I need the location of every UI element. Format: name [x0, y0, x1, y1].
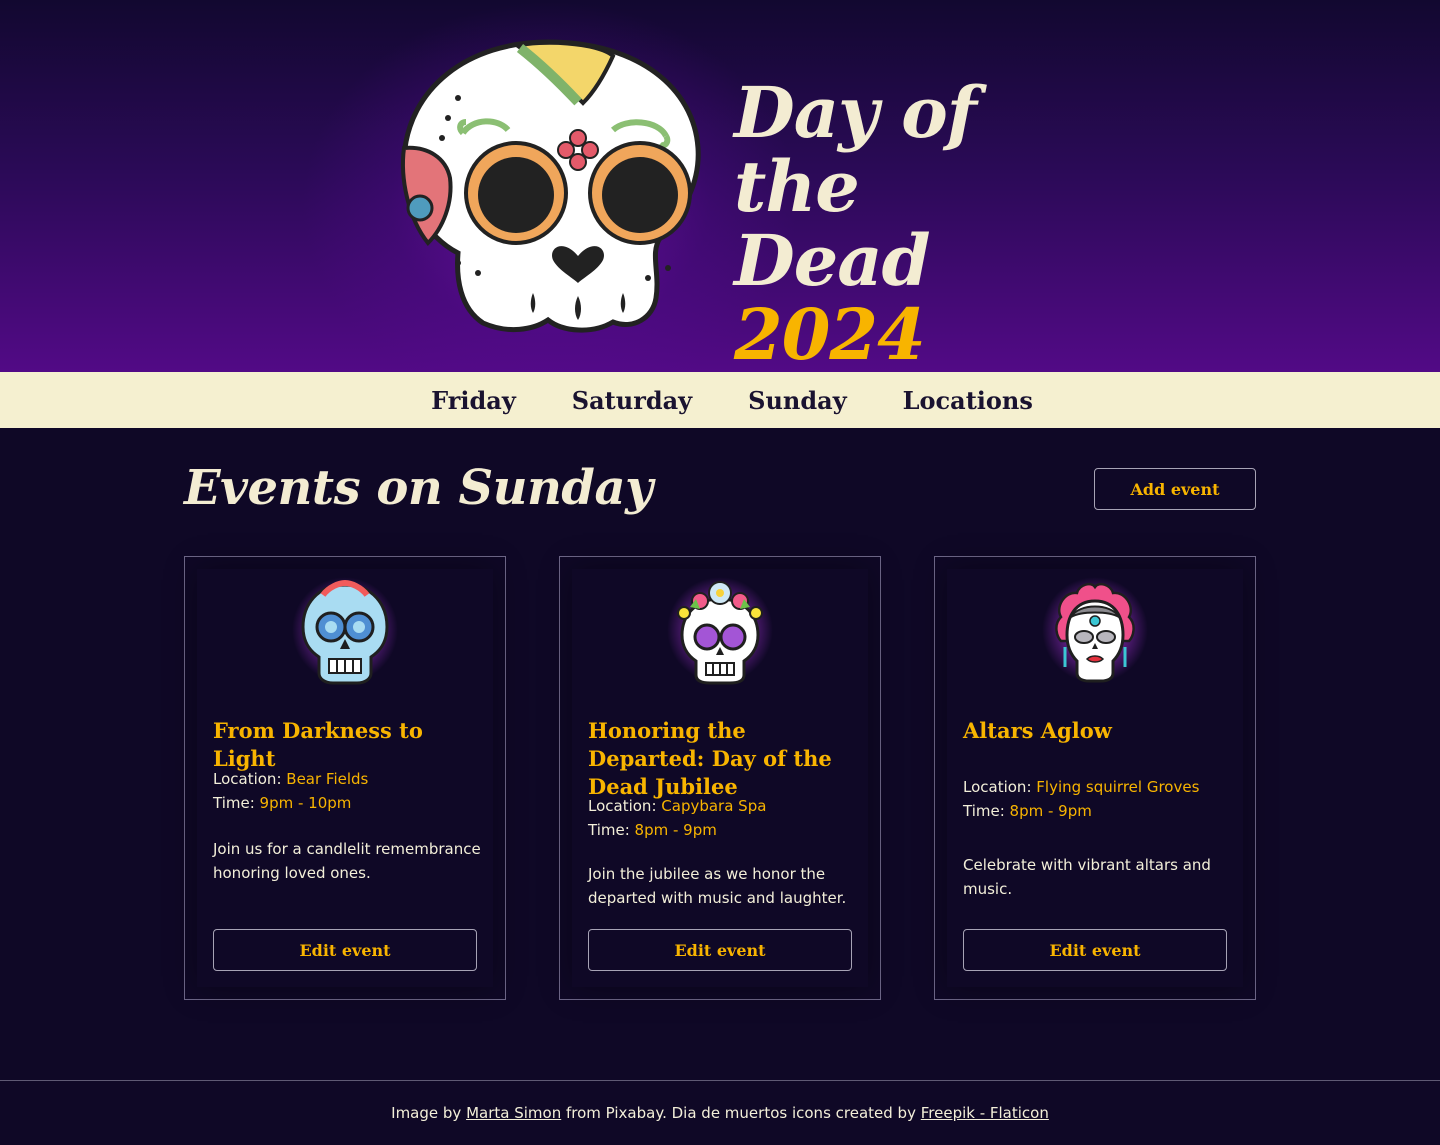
time-value: 8pm - 9pm [1009, 802, 1092, 820]
event-description: Join us for a candlelit remembrance hono… [213, 840, 481, 882]
day-navigation: Friday Saturday Sunday Locations [0, 372, 1440, 428]
credit-prefix: Image by [391, 1104, 462, 1122]
location-label: Location: [213, 770, 282, 788]
hero-banner: Day of the Dead 2024 [0, 0, 1440, 372]
edit-event-button[interactable]: Edit event [213, 929, 477, 971]
event-title: Day of the Dead 2024 [734, 76, 1074, 372]
event-meta: Location: Bear Fields Time: 9pm - 10pm [213, 767, 483, 815]
time-value: 8pm - 9pm [634, 821, 717, 839]
nav-item-locations[interactable]: Locations [903, 386, 1033, 415]
event-card: Altars Aglow Location: Flying squirrel G… [934, 556, 1256, 1000]
catrina-skull-icon [1045, 577, 1145, 687]
title-year: 2024 [734, 293, 926, 372]
time-label: Time: [213, 794, 255, 812]
event-meta: Location: Capybara Spa Time: 8pm - 9pm [588, 794, 858, 842]
edit-event-button[interactable]: Edit event [588, 929, 852, 971]
location-value: Bear Fields [286, 770, 369, 788]
title-line-2: the Dead [734, 145, 931, 302]
event-title: Honoring the Departed: Day of the Dead J… [588, 718, 832, 799]
time-label: Time: [963, 802, 1005, 820]
nav-item-sunday[interactable]: Sunday [748, 386, 847, 415]
icons-credit-link[interactable]: Freepik - Flaticon [921, 1104, 1049, 1122]
flower-crown-skull-icon [670, 577, 770, 687]
nav-item-saturday[interactable]: Saturday [572, 386, 692, 415]
sugar-skull-icon [398, 38, 708, 334]
event-description: Join the jubilee as we honor the departe… [588, 865, 847, 907]
footer-credits: Image by Marta Simon from Pixabay. Dia d… [0, 1080, 1440, 1145]
event-card: From Darkness to Light Location: Bear Fi… [184, 556, 506, 1000]
page-title: Events on Sunday [184, 460, 653, 516]
add-event-button[interactable]: Add event [1094, 468, 1256, 510]
event-card: Honoring the Departed: Day of the Dead J… [559, 556, 881, 1000]
location-label: Location: [963, 778, 1032, 796]
author-link[interactable]: Marta Simon [466, 1104, 561, 1122]
nav-item-friday[interactable]: Friday [431, 386, 516, 415]
location-value: Capybara Spa [661, 797, 767, 815]
time-value: 9pm - 10pm [259, 794, 352, 812]
location-value: Flying squirrel Groves [1036, 778, 1200, 796]
blue-sugar-skull-icon [295, 577, 395, 687]
location-label: Location: [588, 797, 657, 815]
event-title: From Darkness to Light [213, 718, 423, 771]
credit-middle: from Pixabay. Dia de muertos icons creat… [566, 1104, 916, 1122]
edit-event-button[interactable]: Edit event [963, 929, 1227, 971]
title-line-1: Day of [734, 71, 977, 154]
time-label: Time: [588, 821, 630, 839]
event-title: Altars Aglow [963, 718, 1112, 743]
event-description: Celebrate with vibrant altars and music. [963, 856, 1211, 898]
event-meta: Location: Flying squirrel Groves Time: 8… [963, 775, 1233, 823]
